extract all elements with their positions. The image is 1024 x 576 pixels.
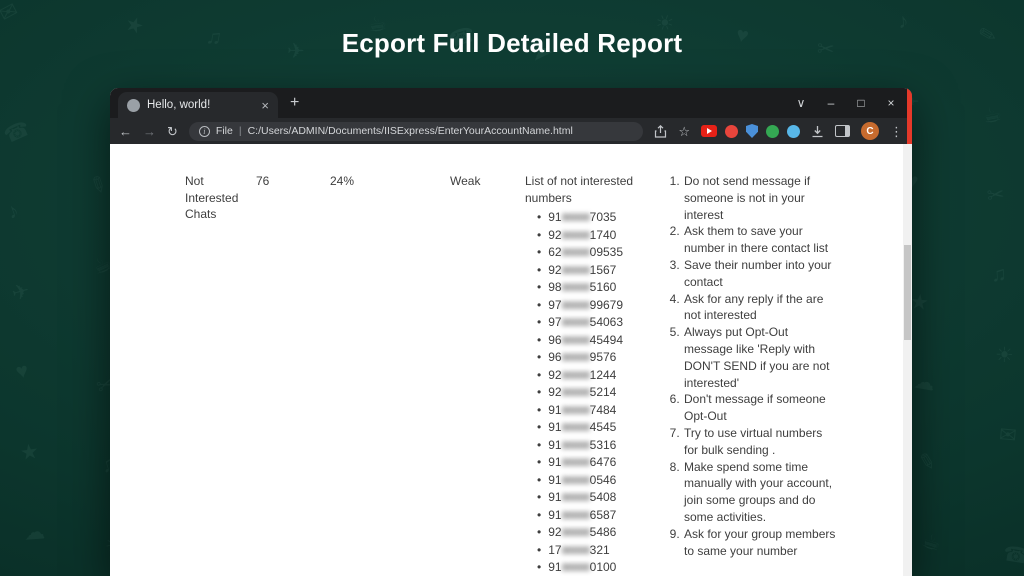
- phone-number-item: 98888885160: [537, 279, 668, 297]
- phone-number-item: 978888899679: [537, 297, 668, 315]
- profile-avatar[interactable]: C: [861, 122, 879, 140]
- red-extension-icon[interactable]: [725, 125, 738, 138]
- tip-item: Do not send message if someone is not in…: [683, 173, 836, 223]
- row-percent-cell: 24%: [330, 173, 450, 190]
- phone-number-item: 92888881740: [537, 227, 668, 245]
- masked-digits: 88888: [562, 350, 590, 367]
- reload-button[interactable]: ↻: [167, 125, 178, 138]
- row-strength-cell: Weak: [450, 173, 525, 190]
- masked-digits: 88888: [562, 508, 590, 525]
- phone-number-item: 91888885316: [537, 437, 668, 455]
- masked-digits: 88888: [562, 315, 590, 332]
- tip-item: Don't message if someone Opt-Out: [683, 391, 836, 425]
- bookmark-star-icon[interactable]: ☆: [678, 125, 690, 138]
- browser-tab[interactable]: Hello, world! ×: [118, 92, 278, 118]
- back-button[interactable]: ←: [119, 125, 132, 138]
- masked-digits: 88888: [562, 298, 590, 315]
- browser-menu-icon[interactable]: ⋮: [890, 125, 903, 138]
- browser-toolbar: ← → ↻ i File | C:/Users/ADMIN/Documents/…: [110, 118, 912, 144]
- phone-number-item: 91888880100: [537, 559, 668, 576]
- phone-number-item: 91888884545: [537, 419, 668, 437]
- masked-digits: 88888: [562, 420, 590, 437]
- page-scrollbar[interactable]: [903, 144, 912, 576]
- tip-item: Ask them to save your number in there co…: [683, 223, 836, 257]
- masked-digits: 88888: [562, 560, 590, 576]
- phone-number-item: 91888880546: [537, 472, 668, 490]
- maximize-button[interactable]: □: [846, 96, 876, 110]
- numbers-list-title: List of not interested numbers: [525, 173, 651, 206]
- extensions-cluster: [701, 124, 800, 138]
- url-scheme-label: File: [216, 125, 233, 137]
- masked-digits: 88888: [562, 490, 590, 507]
- tip-item: Always put Opt-Out message like 'Reply w…: [683, 324, 836, 391]
- phone-number-item: 978888854063: [537, 314, 668, 332]
- phone-number-item: 92888881244: [537, 367, 668, 385]
- shield-extension-icon[interactable]: [746, 124, 758, 138]
- tips-list: Do not send message if someone is not in…: [668, 173, 836, 559]
- page-title: Ecport Full Detailed Report: [0, 28, 1024, 59]
- forward-button[interactable]: →: [143, 125, 156, 138]
- masked-digits: 88888: [562, 403, 590, 420]
- masked-digits: 88888: [562, 525, 590, 542]
- new-tab-button[interactable]: +: [278, 88, 311, 118]
- phone-number-item: 92888885486: [537, 524, 668, 542]
- masked-digits: 88888: [562, 455, 590, 472]
- teal-extension-icon[interactable]: [787, 125, 800, 138]
- phone-number-item: 628888809535: [537, 244, 668, 262]
- red-edge-strip: [907, 88, 912, 144]
- numbers-list: 9188888703592888881740628888809535928888…: [525, 209, 668, 576]
- masked-digits: 88888: [562, 210, 590, 227]
- tab-close-button[interactable]: ×: [261, 99, 269, 112]
- report-page: Not Interested Chats 76 24% Weak List of…: [110, 144, 912, 576]
- phone-number-item: 968888845494: [537, 332, 668, 350]
- close-button[interactable]: ×: [876, 96, 906, 110]
- minimize-button[interactable]: –: [816, 96, 846, 110]
- side-panel-icon[interactable]: [835, 125, 850, 137]
- youtube-extension-icon[interactable]: [701, 125, 717, 137]
- browser-window: Hello, world! × + ∨ – □ × ← → ↻ i File |…: [110, 88, 912, 576]
- url-separator: |: [239, 125, 242, 137]
- phone-number-item: 91888887035: [537, 209, 668, 227]
- tip-item: Try to use virtual numbers for bulk send…: [683, 425, 836, 459]
- masked-digits: 88888: [562, 385, 590, 402]
- tip-item: Ask for any reply if the are not interes…: [683, 291, 836, 325]
- masked-digits: 88888: [562, 333, 590, 350]
- masked-digits: 88888: [562, 438, 590, 455]
- masked-digits: 88888: [562, 245, 590, 262]
- phone-number-item: 91888887484: [537, 402, 668, 420]
- tip-item: Make spend some time manually with your …: [683, 459, 836, 526]
- numbers-column: List of not interested numbers 918888870…: [525, 173, 668, 576]
- masked-digits: 88888: [562, 280, 590, 297]
- phone-number-item: 91888885408: [537, 489, 668, 507]
- tip-item: Save their number into your contact: [683, 257, 836, 291]
- phone-number-item: 96888889576: [537, 349, 668, 367]
- phone-number-item: 92888881567: [537, 262, 668, 280]
- downloads-icon[interactable]: [811, 125, 824, 138]
- tip-item: Ask for your group members to same your …: [683, 526, 836, 560]
- green-extension-icon[interactable]: [766, 125, 779, 138]
- masked-digits: 88888: [562, 543, 590, 560]
- row-label: Not Interested Chats: [185, 173, 245, 223]
- page-info-icon[interactable]: i: [199, 126, 210, 137]
- phone-number-item: 91888886587: [537, 507, 668, 525]
- masked-digits: 88888: [562, 473, 590, 490]
- phone-number-item: 91888886476: [537, 454, 668, 472]
- tips-column: Do not send message if someone is not in…: [668, 173, 836, 559]
- share-icon[interactable]: [654, 125, 667, 138]
- url-text: C:/Users/ADMIN/Documents/IISExpress/Ente…: [248, 125, 573, 137]
- row-count-cell: 76: [256, 173, 330, 190]
- address-bar[interactable]: i File | C:/Users/ADMIN/Documents/IISExp…: [189, 122, 643, 141]
- scrollbar-thumb[interactable]: [904, 245, 911, 340]
- masked-digits: 88888: [562, 368, 590, 385]
- window-controls: ∨ – □ ×: [786, 88, 906, 118]
- phone-number-item: 92888885214: [537, 384, 668, 402]
- masked-digits: 88888: [562, 228, 590, 245]
- masked-digits: 88888: [562, 263, 590, 280]
- row-label-cell: Not Interested Chats: [185, 173, 256, 223]
- tab-title: Hello, world!: [147, 99, 254, 111]
- phone-number-item: 1788888321: [537, 542, 668, 560]
- tab-favicon-icon: [127, 99, 140, 112]
- window-chevron-button[interactable]: ∨: [786, 96, 816, 110]
- tab-strip: Hello, world! × + ∨ – □ ×: [110, 88, 912, 118]
